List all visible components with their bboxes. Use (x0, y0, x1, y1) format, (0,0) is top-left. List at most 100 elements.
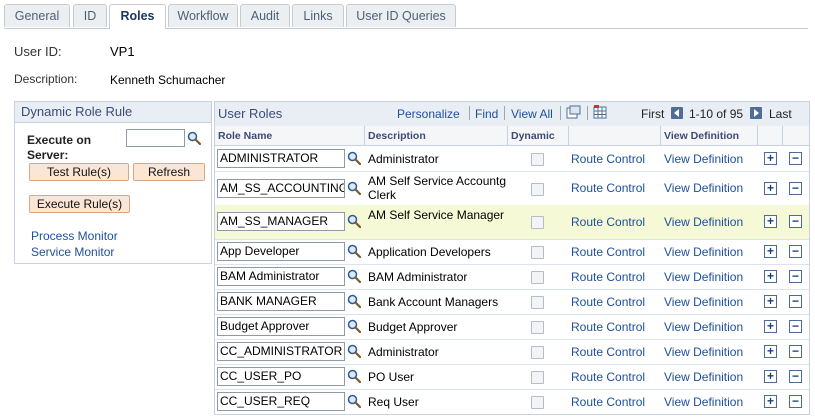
service-monitor-link[interactable]: Service Monitor (31, 245, 114, 259)
dynamic-checkbox[interactable] (531, 346, 544, 359)
execute-rules-button[interactable]: Execute Rule(s) (29, 195, 130, 213)
dynamic-checkbox[interactable] (531, 296, 544, 309)
tab-audit[interactable]: Audit (240, 4, 290, 27)
view-definition-link[interactable]: View Definition (664, 245, 743, 259)
delete-row-button[interactable]: − (789, 182, 802, 195)
add-row-button[interactable]: + (764, 182, 777, 195)
search-icon[interactable] (347, 319, 361, 333)
add-row-button[interactable]: + (764, 295, 777, 308)
grid-header: User Roles Personalize Find View All Fir… (215, 102, 809, 126)
route-control-link[interactable]: Route Control (571, 320, 645, 334)
search-icon[interactable] (347, 344, 361, 358)
dynamic-checkbox[interactable] (531, 153, 544, 166)
route-control-link[interactable]: Route Control (571, 245, 645, 259)
refresh-button[interactable]: Refresh (133, 163, 205, 181)
view-definition-link[interactable]: View Definition (664, 181, 743, 195)
process-monitor-link[interactable]: Process Monitor (31, 229, 118, 243)
find-link[interactable]: Find (475, 107, 498, 121)
search-icon[interactable] (347, 151, 361, 165)
add-row-button[interactable]: + (764, 370, 777, 383)
add-row-button[interactable]: + (764, 152, 777, 165)
role-name-input[interactable]: AM_SS_MANAGER (217, 212, 345, 231)
dynamic-checkbox[interactable] (531, 371, 544, 384)
route-control-link[interactable]: Route Control (571, 345, 645, 359)
user-id-value: VP1 (110, 44, 135, 59)
previous-page-button[interactable] (671, 107, 683, 119)
search-icon[interactable] (347, 394, 361, 408)
route-control-link[interactable]: Route Control (571, 395, 645, 409)
col-description[interactable]: Description (365, 126, 508, 146)
dynamic-checkbox[interactable] (531, 183, 544, 196)
route-control-link[interactable]: Route Control (571, 270, 645, 284)
add-row-button[interactable]: + (764, 215, 777, 228)
tab-id[interactable]: ID (73, 4, 107, 27)
tab-workflow[interactable]: Workflow (168, 4, 238, 27)
delete-row-button[interactable]: − (789, 152, 802, 165)
col-dynamic[interactable]: Dynamic (508, 126, 569, 146)
col-role-name[interactable]: Role Name (215, 126, 365, 146)
view-definition-link[interactable]: View Definition (664, 152, 743, 166)
view-definition-link[interactable]: View Definition (664, 295, 743, 309)
delete-row-button[interactable]: − (789, 245, 802, 258)
tab-user-id-queries[interactable]: User ID Queries (346, 4, 456, 27)
route-control-link[interactable]: Route Control (571, 370, 645, 384)
delete-row-button[interactable]: − (789, 270, 802, 283)
tab-roles[interactable]: Roles (109, 4, 166, 29)
role-name-input[interactable]: CC_ADMINISTRATOR (217, 342, 345, 361)
add-row-button[interactable]: + (764, 270, 777, 283)
delete-row-button[interactable]: − (789, 395, 802, 408)
route-control-link[interactable]: Route Control (571, 152, 645, 166)
view-definition-link[interactable]: View Definition (664, 395, 743, 409)
description-value: Kenneth Schumacher (110, 73, 226, 87)
role-name-input[interactable]: AM_SS_ACCOUNTING (217, 179, 345, 198)
personalize-link[interactable]: Personalize (397, 107, 460, 121)
delete-row-button[interactable]: − (789, 295, 802, 308)
search-icon[interactable] (347, 214, 361, 228)
delete-row-button[interactable]: − (789, 345, 802, 358)
grid-download-icon[interactable] (593, 105, 608, 119)
dynamic-checkbox[interactable] (531, 271, 544, 284)
role-name-input[interactable]: Budget Approver (217, 317, 345, 336)
role-name-input[interactable]: BANK MANAGER (217, 292, 345, 311)
role-name-input[interactable]: CC_USER_PO (217, 367, 345, 386)
route-control-link[interactable]: Route Control (571, 181, 645, 195)
dynamic-checkbox[interactable] (531, 321, 544, 334)
search-icon[interactable] (187, 131, 201, 145)
col-route (569, 126, 661, 146)
add-row-button[interactable]: + (764, 395, 777, 408)
route-control-link[interactable]: Route Control (571, 295, 645, 309)
add-row-button[interactable]: + (764, 245, 777, 258)
role-name-input[interactable]: CC_USER_REQ (217, 392, 345, 411)
view-definition-link[interactable]: View Definition (664, 370, 743, 384)
search-icon[interactable] (347, 269, 361, 283)
add-row-button[interactable]: + (764, 345, 777, 358)
route-control-link[interactable]: Route Control (571, 215, 645, 229)
role-name-input[interactable]: ADMINISTRATOR (217, 149, 345, 168)
tab-links[interactable]: Links (292, 4, 344, 27)
search-icon[interactable] (347, 294, 361, 308)
view-definition-link[interactable]: View Definition (664, 320, 743, 334)
search-icon[interactable] (347, 244, 361, 258)
next-page-button[interactable] (750, 107, 762, 119)
dynamic-checkbox[interactable] (531, 396, 544, 409)
test-rules-button[interactable]: Test Rule(s) (29, 163, 129, 181)
role-description: AM Self Service Manager (368, 208, 505, 222)
role-name-input[interactable]: BAM Administrator (217, 267, 345, 286)
search-icon[interactable] (347, 181, 361, 195)
role-name-input[interactable]: App Developer (217, 242, 345, 261)
view-definition-link[interactable]: View Definition (664, 345, 743, 359)
search-icon[interactable] (347, 369, 361, 383)
tab-general[interactable]: General (4, 4, 70, 27)
execute-on-server-input[interactable] (126, 129, 185, 147)
add-row-button[interactable]: + (764, 320, 777, 333)
new-window-icon[interactable] (566, 105, 581, 119)
dynamic-checkbox[interactable] (531, 216, 544, 229)
view-definition-link[interactable]: View Definition (664, 215, 743, 229)
view-definition-link[interactable]: View Definition (664, 270, 743, 284)
delete-row-button[interactable]: − (789, 215, 802, 228)
dynamic-checkbox[interactable] (531, 246, 544, 259)
table-row: App Developer Application Developers Rou… (215, 239, 809, 265)
view-all-link[interactable]: View All (511, 107, 553, 121)
delete-row-button[interactable]: − (789, 320, 802, 333)
delete-row-button[interactable]: − (789, 370, 802, 383)
